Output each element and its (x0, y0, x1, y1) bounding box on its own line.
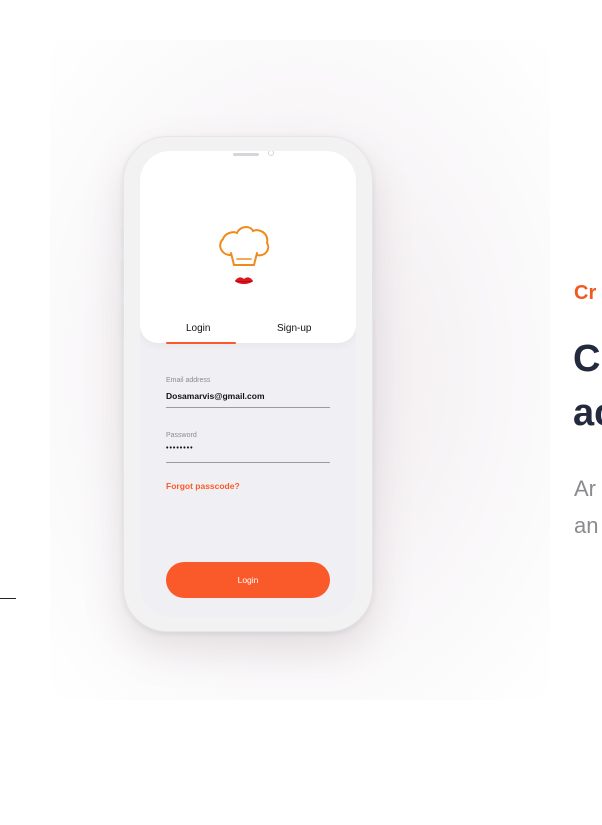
email-label: Email address (166, 377, 211, 384)
password-label: Password (166, 432, 197, 439)
forgot-passcode-link[interactable]: Forgot passcode? (166, 481, 240, 491)
active-tab-indicator (166, 342, 236, 344)
tab-login[interactable]: Login (186, 323, 210, 334)
app-screen: Login Sign-up Email address Dosamarvis@g… (140, 151, 356, 617)
phone-side-button (121, 229, 124, 249)
section-heading-line1: C (573, 338, 601, 380)
tab-signup[interactable]: Sign-up (277, 323, 311, 334)
email-underline (166, 407, 330, 408)
front-camera (268, 151, 274, 156)
section-body-line1: Ar (574, 476, 596, 501)
password-field[interactable]: •••••••• (166, 445, 194, 452)
email-field[interactable]: Dosamarvis@gmail.com (166, 391, 265, 401)
chef-hat-lips-icon (219, 226, 270, 284)
section-kicker: Cr (574, 282, 597, 304)
phone-side-button (121, 303, 124, 339)
divider-line (0, 598, 16, 599)
section-body-line2: an (574, 513, 599, 538)
speaker-grille (233, 153, 259, 156)
login-header-card: Login Sign-up (140, 151, 356, 344)
login-button[interactable]: Login (166, 562, 330, 598)
phone-side-button (121, 259, 124, 295)
phone-mockup: Login Sign-up Email address Dosamarvis@g… (121, 136, 375, 632)
password-underline (166, 462, 330, 463)
phone-side-button (372, 267, 375, 319)
section-heading-line2: ac (573, 392, 602, 434)
